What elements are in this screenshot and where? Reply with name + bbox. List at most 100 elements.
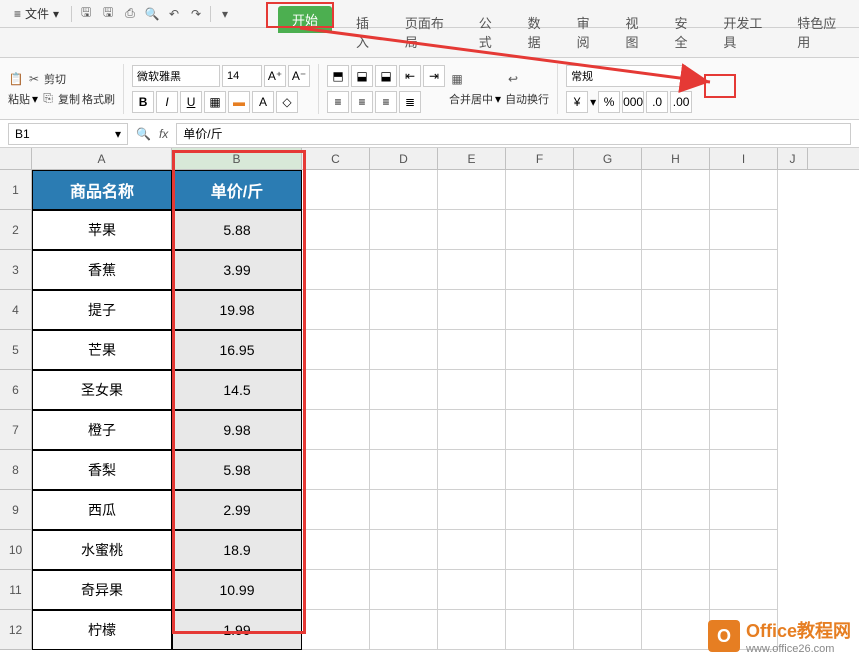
cell-product-name[interactable]: 西瓜 bbox=[32, 490, 172, 530]
cell[interactable] bbox=[710, 290, 778, 330]
currency-button[interactable]: ¥ bbox=[566, 91, 588, 113]
underline-button[interactable]: U bbox=[180, 91, 202, 113]
row-header[interactable]: 2 bbox=[0, 210, 32, 250]
cell[interactable] bbox=[642, 610, 710, 650]
cell[interactable] bbox=[574, 330, 642, 370]
name-box[interactable]: B1 ▾ bbox=[8, 123, 128, 145]
cell[interactable] bbox=[302, 170, 370, 210]
cell-product-name[interactable]: 橙子 bbox=[32, 410, 172, 450]
cell[interactable] bbox=[302, 370, 370, 410]
cell[interactable] bbox=[438, 170, 506, 210]
align-top-button[interactable]: ⬒ bbox=[327, 65, 349, 87]
decrease-decimal-button[interactable]: .00 bbox=[670, 91, 692, 113]
cell[interactable] bbox=[506, 610, 574, 650]
row-header[interactable]: 8 bbox=[0, 450, 32, 490]
cell[interactable] bbox=[506, 250, 574, 290]
align-left-button[interactable]: ≡ bbox=[327, 91, 349, 113]
cell[interactable] bbox=[642, 570, 710, 610]
cell[interactable] bbox=[302, 330, 370, 370]
row-header[interactable]: 1 bbox=[0, 170, 32, 210]
col-header-i[interactable]: I bbox=[710, 148, 778, 169]
cell-product-name[interactable]: 水蜜桃 bbox=[32, 530, 172, 570]
cell-product-name[interactable]: 圣女果 bbox=[32, 370, 172, 410]
cell[interactable] bbox=[438, 450, 506, 490]
align-right-button[interactable]: ≡ bbox=[375, 91, 397, 113]
print-icon[interactable]: ⎙ bbox=[120, 4, 140, 24]
more-icon[interactable]: ▾ bbox=[215, 4, 235, 24]
justify-button[interactable]: ≣ bbox=[399, 91, 421, 113]
cell[interactable] bbox=[302, 570, 370, 610]
cell[interactable] bbox=[506, 450, 574, 490]
cell[interactable] bbox=[642, 530, 710, 570]
cell[interactable] bbox=[506, 170, 574, 210]
cell[interactable] bbox=[642, 330, 710, 370]
cell[interactable] bbox=[370, 410, 438, 450]
cell-product-name[interactable]: 柠檬 bbox=[32, 610, 172, 650]
cell[interactable] bbox=[438, 530, 506, 570]
col-header-d[interactable]: D bbox=[370, 148, 438, 169]
tab-special[interactable]: 特色应用 bbox=[785, 7, 859, 57]
save-as-icon[interactable]: 🖫 bbox=[98, 4, 118, 24]
cell-price[interactable]: 19.98 bbox=[172, 290, 302, 330]
paste-button[interactable]: 粘贴 bbox=[8, 91, 30, 107]
cell[interactable] bbox=[710, 410, 778, 450]
cell[interactable] bbox=[370, 210, 438, 250]
col-header-e[interactable]: E bbox=[438, 148, 506, 169]
copy-button[interactable]: 复制 bbox=[58, 91, 80, 107]
cell[interactable] bbox=[642, 290, 710, 330]
cell[interactable] bbox=[642, 250, 710, 290]
cell[interactable] bbox=[574, 490, 642, 530]
format-painter-button[interactable]: 格式刷 bbox=[82, 91, 115, 107]
cell[interactable] bbox=[574, 530, 642, 570]
cell[interactable] bbox=[574, 610, 642, 650]
cell[interactable] bbox=[302, 450, 370, 490]
cell[interactable] bbox=[370, 610, 438, 650]
cell-price[interactable]: 16.95 bbox=[172, 330, 302, 370]
cell-price[interactable]: 18.9 bbox=[172, 530, 302, 570]
cell[interactable] bbox=[506, 370, 574, 410]
cell-price[interactable]: 2.99 bbox=[172, 490, 302, 530]
row-header[interactable]: 7 bbox=[0, 410, 32, 450]
tab-developer[interactable]: 开发工具 bbox=[711, 7, 785, 57]
fx-label[interactable]: fx bbox=[159, 127, 168, 141]
font-name-select[interactable] bbox=[132, 65, 220, 87]
tab-data[interactable]: 数据 bbox=[516, 7, 565, 57]
cell[interactable] bbox=[302, 410, 370, 450]
cell[interactable] bbox=[642, 370, 710, 410]
cell[interactable] bbox=[302, 610, 370, 650]
row-header[interactable]: 4 bbox=[0, 290, 32, 330]
dropdown-icon[interactable]: ▾ bbox=[495, 92, 501, 106]
select-all-corner[interactable] bbox=[0, 148, 32, 169]
cell[interactable] bbox=[506, 410, 574, 450]
cell[interactable] bbox=[574, 410, 642, 450]
col-header-g[interactable]: G bbox=[574, 148, 642, 169]
cell[interactable] bbox=[506, 210, 574, 250]
fill-color-button[interactable]: ▬ bbox=[228, 91, 250, 113]
cell[interactable] bbox=[710, 450, 778, 490]
cell[interactable] bbox=[574, 370, 642, 410]
cell[interactable] bbox=[642, 410, 710, 450]
tab-security[interactable]: 安全 bbox=[662, 7, 711, 57]
row-header[interactable]: 11 bbox=[0, 570, 32, 610]
cell-product-name[interactable]: 苹果 bbox=[32, 210, 172, 250]
row-header[interactable]: 6 bbox=[0, 370, 32, 410]
col-header-c[interactable]: C bbox=[302, 148, 370, 169]
clear-format-button[interactable]: ◇ bbox=[276, 91, 298, 113]
border-button[interactable]: ▦ bbox=[204, 91, 226, 113]
cell[interactable] bbox=[438, 410, 506, 450]
cell[interactable] bbox=[438, 330, 506, 370]
cell[interactable] bbox=[574, 170, 642, 210]
align-middle-button[interactable]: ⬓ bbox=[351, 65, 373, 87]
cell-product-name[interactable]: 芒果 bbox=[32, 330, 172, 370]
header-cell-price[interactable]: 单价/斤 bbox=[172, 170, 302, 210]
cell[interactable] bbox=[438, 290, 506, 330]
cell[interactable] bbox=[302, 250, 370, 290]
cell[interactable] bbox=[370, 570, 438, 610]
col-header-j[interactable]: J bbox=[778, 148, 808, 169]
cell-product-name[interactable]: 香蕉 bbox=[32, 250, 172, 290]
row-header[interactable]: 3 bbox=[0, 250, 32, 290]
row-header[interactable]: 10 bbox=[0, 530, 32, 570]
tab-insert[interactable]: 插入 bbox=[344, 7, 393, 57]
file-menu[interactable]: ≡ 文件 ▾ bbox=[6, 2, 67, 25]
font-size-select[interactable] bbox=[222, 65, 262, 87]
